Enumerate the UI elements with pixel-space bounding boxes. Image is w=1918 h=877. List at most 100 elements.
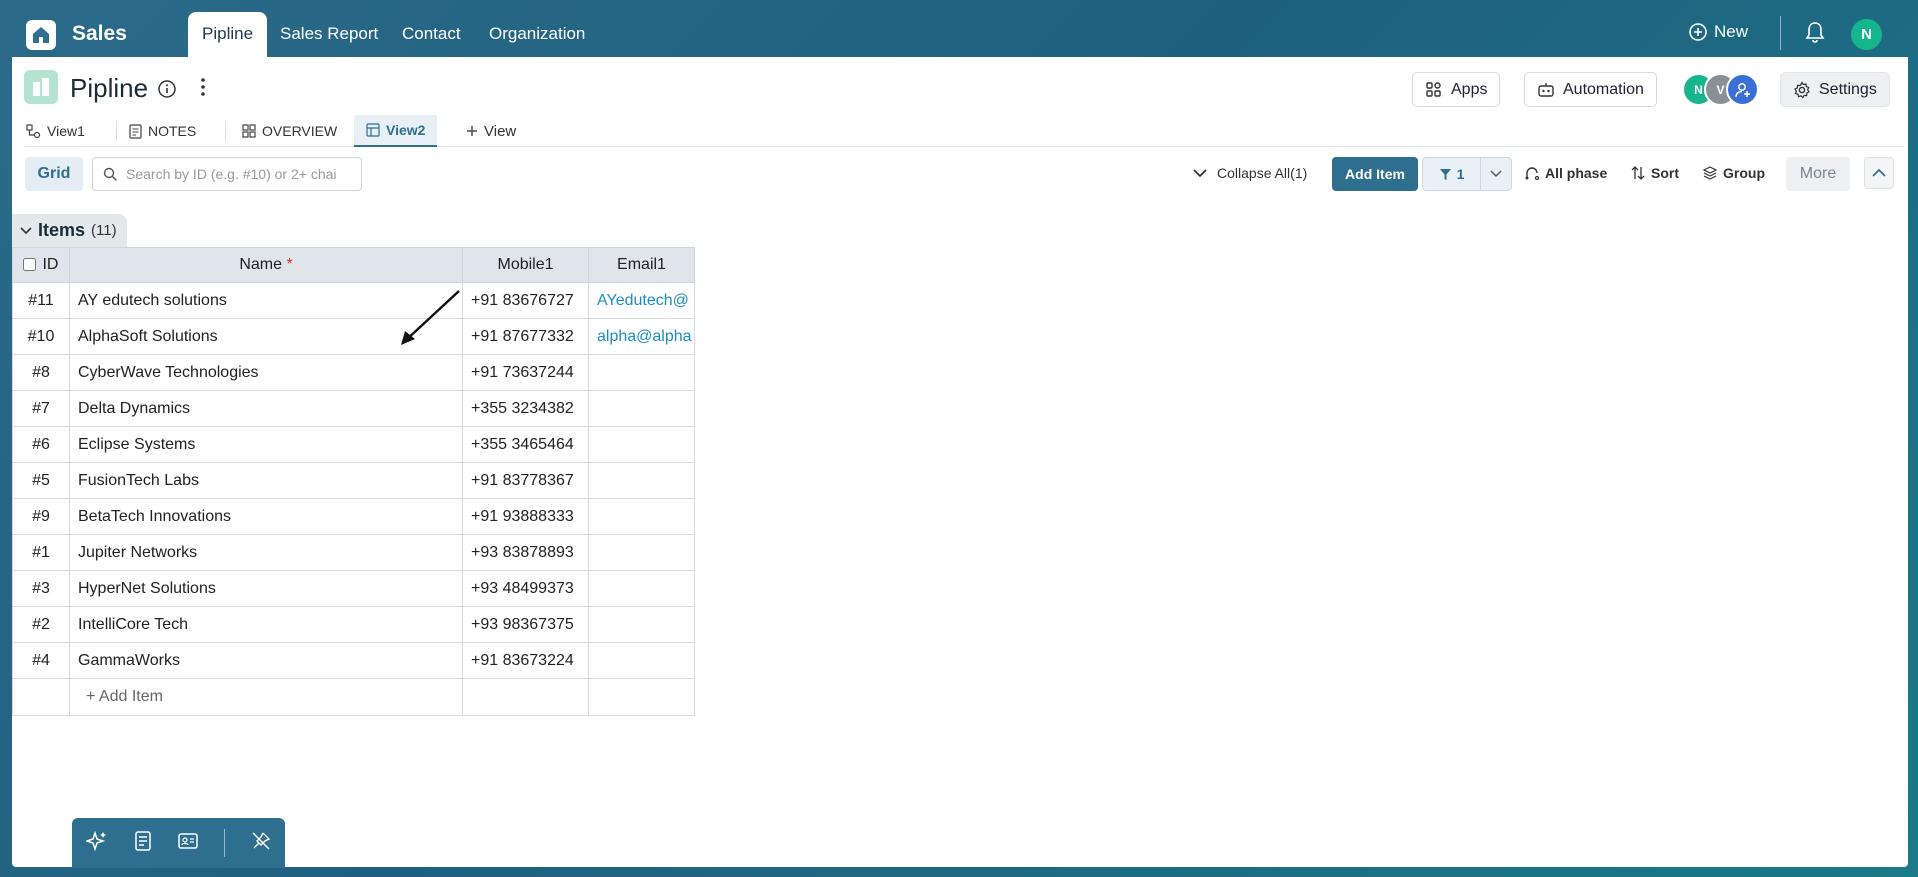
- view-tab-view1[interactable]: View1: [26, 115, 85, 147]
- cell-email1[interactable]: [588, 390, 695, 427]
- select-all-checkbox[interactable]: [23, 258, 36, 272]
- cell-name[interactable]: IntelliCore Tech: [69, 606, 463, 643]
- cell-mobile1[interactable]: +91 93888333: [462, 498, 589, 535]
- cell-mobile1[interactable]: +91 73637244: [462, 354, 589, 391]
- nav-tab-organization[interactable]: Organization: [489, 24, 585, 44]
- cell-name[interactable]: GammaWorks: [69, 642, 463, 679]
- ai-sparkle-button[interactable]: [84, 830, 108, 857]
- cell-name[interactable]: HyperNet Solutions: [69, 570, 463, 607]
- cell-name[interactable]: CyberWave Technologies: [69, 354, 463, 391]
- group-header-items[interactable]: Items (11): [12, 214, 127, 247]
- settings-button[interactable]: Settings: [1780, 72, 1890, 107]
- filter-button[interactable]: 1: [1422, 157, 1512, 191]
- add-view-button[interactable]: View: [466, 115, 516, 147]
- cell-email1[interactable]: [588, 354, 695, 391]
- cell-id[interactable]: #9: [12, 498, 70, 535]
- cell-name[interactable]: Delta Dynamics: [69, 390, 463, 427]
- cell-email1[interactable]: [588, 534, 695, 571]
- automation-button[interactable]: Automation: [1524, 72, 1657, 107]
- table-row[interactable]: #9 BetaTech Innovations +91 93888333: [12, 498, 695, 535]
- add-member-button[interactable]: [1726, 73, 1759, 106]
- cell-id[interactable]: #1: [12, 534, 70, 571]
- cell-mobile1[interactable]: +91 87677332: [462, 318, 589, 355]
- cell-name[interactable]: Eclipse Systems: [69, 426, 463, 463]
- view-tab-view2[interactable]: View2: [354, 115, 438, 147]
- table-row[interactable]: #8 CyberWave Technologies +91 73637244: [12, 354, 695, 391]
- cell-name[interactable]: FusionTech Labs: [69, 462, 463, 499]
- apps-launcher-button[interactable]: [22, 832, 44, 859]
- group-button[interactable]: Group: [1702, 165, 1765, 181]
- column-header-name[interactable]: Name *: [69, 247, 463, 283]
- document-icon: [135, 830, 151, 851]
- apps-button[interactable]: Apps: [1412, 72, 1501, 107]
- table-row[interactable]: #3 HyperNet Solutions +93 48499373: [12, 570, 695, 607]
- cell-id[interactable]: #10: [12, 318, 70, 355]
- cell-id[interactable]: #11: [12, 282, 70, 319]
- new-button[interactable]: New: [1688, 22, 1748, 42]
- column-header-mobile1[interactable]: Mobile1: [462, 247, 589, 283]
- grid-view-button[interactable]: Grid: [25, 157, 83, 191]
- more-button[interactable]: More: [1786, 157, 1850, 191]
- view-tab-overview[interactable]: OVERVIEW: [242, 115, 337, 147]
- filter-dropdown[interactable]: [1481, 170, 1511, 178]
- cell-email1[interactable]: [588, 498, 695, 535]
- table-row[interactable]: #7 Delta Dynamics +355 3234382: [12, 390, 695, 427]
- add-item-button[interactable]: Add Item: [1332, 157, 1418, 191]
- cell-id[interactable]: #6: [12, 426, 70, 463]
- notification-button[interactable]: [1804, 20, 1826, 49]
- cell-email1[interactable]: [588, 426, 695, 463]
- cell-id[interactable]: #5: [12, 462, 70, 499]
- dashboard-icon: [242, 124, 256, 138]
- table-row[interactable]: #5 FusionTech Labs +91 83778367: [12, 462, 695, 499]
- cell-mobile1[interactable]: +93 48499373: [462, 570, 589, 607]
- cell-mobile1[interactable]: +93 98367375: [462, 606, 589, 643]
- cell-name[interactable]: Jupiter Networks: [69, 534, 463, 571]
- nav-tab-sales-report[interactable]: Sales Report: [280, 24, 378, 44]
- filter-main[interactable]: 1: [1423, 158, 1481, 190]
- sort-button[interactable]: Sort: [1630, 165, 1679, 181]
- cell-mobile1[interactable]: +91 83676727: [462, 282, 589, 319]
- view-tab-notes[interactable]: NOTES: [129, 115, 196, 147]
- cell-mobile1[interactable]: +355 3465464: [462, 426, 589, 463]
- table-row[interactable]: #4 GammaWorks +91 83673224: [12, 642, 695, 679]
- cell-email1[interactable]: alpha@alpha: [588, 318, 695, 355]
- cell-email1[interactable]: AYedutech@: [588, 282, 695, 319]
- table-row[interactable]: #11 AY edutech solutions +91 83676727 AYedu…: [12, 282, 695, 319]
- page-menu-button[interactable]: [199, 77, 207, 102]
- cell-id[interactable]: #7: [12, 390, 70, 427]
- cell-email1[interactable]: [588, 606, 695, 643]
- cell-id[interactable]: #2: [12, 606, 70, 643]
- divider: [1780, 16, 1781, 50]
- search-input[interactable]: Search by ID (e.g. #10) or 2+ chai: [92, 157, 362, 191]
- cell-id[interactable]: #8: [12, 354, 70, 391]
- info-button[interactable]: [157, 79, 177, 104]
- column-header-id[interactable]: ID: [12, 247, 70, 283]
- column-header-email1[interactable]: Email1: [588, 247, 695, 283]
- cell-mobile1[interactable]: +91 83778367: [462, 462, 589, 499]
- add-item-link[interactable]: + Add Item: [69, 678, 463, 716]
- cell-id[interactable]: #4: [12, 642, 70, 679]
- cell-name[interactable]: BetaTech Innovations: [69, 498, 463, 535]
- nav-tab-pipline[interactable]: Pipline: [188, 12, 268, 57]
- cell-email1[interactable]: [588, 642, 695, 679]
- collapse-all-button[interactable]: Collapse All(1): [1192, 165, 1307, 181]
- table-row[interactable]: #2 IntelliCore Tech +93 98367375: [12, 606, 695, 643]
- all-phase-button[interactable]: All phase: [1524, 165, 1607, 181]
- table-row[interactable]: #10 AlphaSoft Solutions +91 87677332 alpha@…: [12, 318, 695, 355]
- collapse-panel-button[interactable]: [1864, 157, 1894, 189]
- cell-id[interactable]: #3: [12, 570, 70, 607]
- table-row[interactable]: #6 Eclipse Systems +355 3465464: [12, 426, 695, 463]
- cell-mobile1[interactable]: +91 83673224: [462, 642, 589, 679]
- home-button[interactable]: [26, 20, 56, 50]
- cell-email1[interactable]: [588, 462, 695, 499]
- unpin-button[interactable]: [251, 831, 271, 856]
- user-avatar[interactable]: N: [1851, 19, 1882, 50]
- cell-email1[interactable]: [588, 570, 695, 607]
- nav-tab-contact[interactable]: Contact: [402, 24, 461, 44]
- cell-mobile1[interactable]: +355 3234382: [462, 390, 589, 427]
- table-row[interactable]: #1 Jupiter Networks +93 83878893: [12, 534, 695, 571]
- notes-button[interactable]: [134, 830, 152, 856]
- items-table: ID Name * Mobile1 Email1 #11 AY edutech s…: [12, 247, 695, 716]
- contact-card-button[interactable]: [178, 832, 198, 855]
- cell-mobile1[interactable]: +93 83878893: [462, 534, 589, 571]
